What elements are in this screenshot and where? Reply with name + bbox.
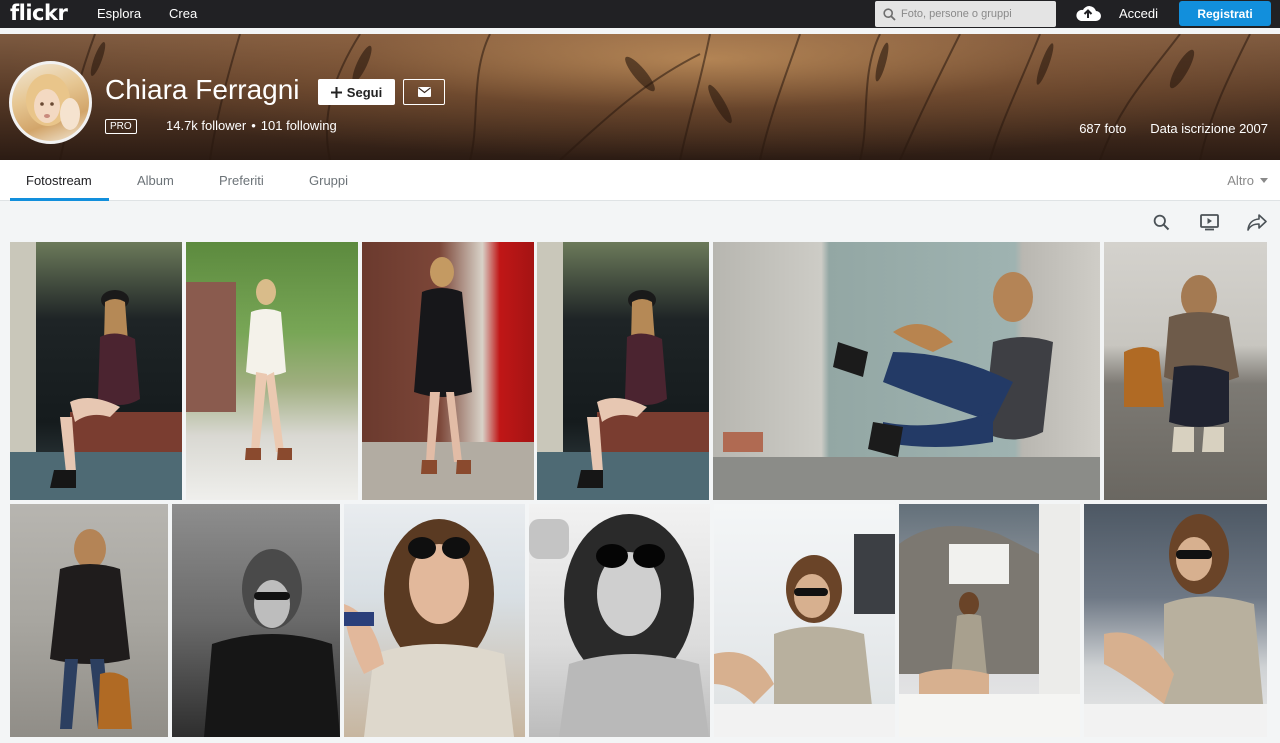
follow-button[interactable]: Segui	[318, 79, 395, 105]
more-dropdown[interactable]: Altro	[1227, 173, 1268, 188]
photo-image	[899, 504, 1080, 737]
avatar	[9, 61, 92, 144]
tab-gruppi[interactable]: Gruppi	[309, 173, 348, 188]
photo-image	[529, 514, 709, 737]
photo-image	[186, 279, 292, 460]
slideshow-icon	[1199, 213, 1219, 230]
follow-stats: 14.7k follower • 101 following	[166, 118, 337, 133]
photo-tile[interactable]	[899, 504, 1080, 737]
photo-tile[interactable]	[172, 504, 340, 737]
slideshow-button[interactable]	[1198, 211, 1220, 233]
photo-tile[interactable]	[344, 504, 525, 737]
profile-cover: Chiara Ferragni Segui PRO 14.7k follower…	[0, 34, 1280, 160]
photo-tile[interactable]	[1084, 504, 1267, 737]
photo-tile[interactable]	[714, 504, 895, 737]
share-icon	[1247, 213, 1267, 231]
more-label: Altro	[1227, 173, 1254, 188]
profile-name: Chiara Ferragni	[105, 74, 300, 105]
message-button[interactable]	[403, 79, 445, 105]
upload-cloud-icon[interactable]	[1074, 3, 1102, 23]
search-box[interactable]	[875, 1, 1056, 27]
photo-tile[interactable]	[713, 242, 1100, 500]
photo-image	[714, 534, 895, 737]
photo-image	[10, 242, 182, 500]
photo-image	[344, 519, 514, 737]
top-navigation-bar: flickr Esplora Crea Accedi Registrati	[0, 0, 1280, 28]
tab-fotostream[interactable]: Fotostream	[26, 173, 92, 188]
envelope-icon	[417, 87, 431, 97]
photo-image	[713, 272, 1100, 500]
photo-tile[interactable]	[1104, 242, 1267, 500]
photo-tile[interactable]	[10, 242, 182, 500]
profile-meta: 687 foto Data iscrizione 2007	[1079, 121, 1268, 136]
photo-tile[interactable]	[529, 504, 710, 737]
stats-separator: •	[251, 118, 256, 133]
nav-link-crea[interactable]: Crea	[169, 6, 197, 21]
photo-image	[204, 549, 340, 737]
join-date: Data iscrizione 2007	[1150, 121, 1268, 136]
photo-image	[362, 257, 534, 500]
search-icon	[883, 7, 896, 21]
plus-icon	[330, 86, 342, 98]
photo-image	[537, 242, 709, 500]
photo-tile[interactable]	[537, 242, 709, 500]
profile-tabs: Fotostream Album Preferiti Gruppi Altro	[0, 160, 1280, 201]
followers-count[interactable]: 14.7k follower	[166, 118, 246, 133]
active-tab-indicator	[10, 198, 109, 201]
login-link[interactable]: Accedi	[1119, 6, 1158, 21]
nav-link-esplora[interactable]: Esplora	[97, 6, 141, 21]
search-photos-button[interactable]	[1150, 211, 1172, 233]
photo-image	[1084, 514, 1267, 737]
search-input[interactable]	[901, 8, 1051, 20]
pro-badge: PRO	[105, 119, 137, 134]
following-count[interactable]: 101 following	[261, 118, 337, 133]
signup-button[interactable]: Registrati	[1179, 1, 1271, 26]
photo-image	[50, 529, 132, 729]
photo-count: 687 foto	[1079, 121, 1127, 136]
flickr-logo[interactable]: flickr	[10, 1, 68, 25]
photo-tile[interactable]	[186, 242, 358, 500]
search-icon	[1153, 214, 1169, 230]
tab-preferiti[interactable]: Preferiti	[219, 173, 264, 188]
share-button[interactable]	[1246, 211, 1268, 233]
caret-down-icon	[1260, 178, 1268, 183]
photo-tile[interactable]	[362, 242, 534, 500]
photo-image	[1124, 275, 1239, 452]
photo-tile[interactable]	[10, 504, 168, 737]
follow-label: Segui	[346, 84, 383, 100]
tab-album[interactable]: Album	[137, 173, 174, 188]
